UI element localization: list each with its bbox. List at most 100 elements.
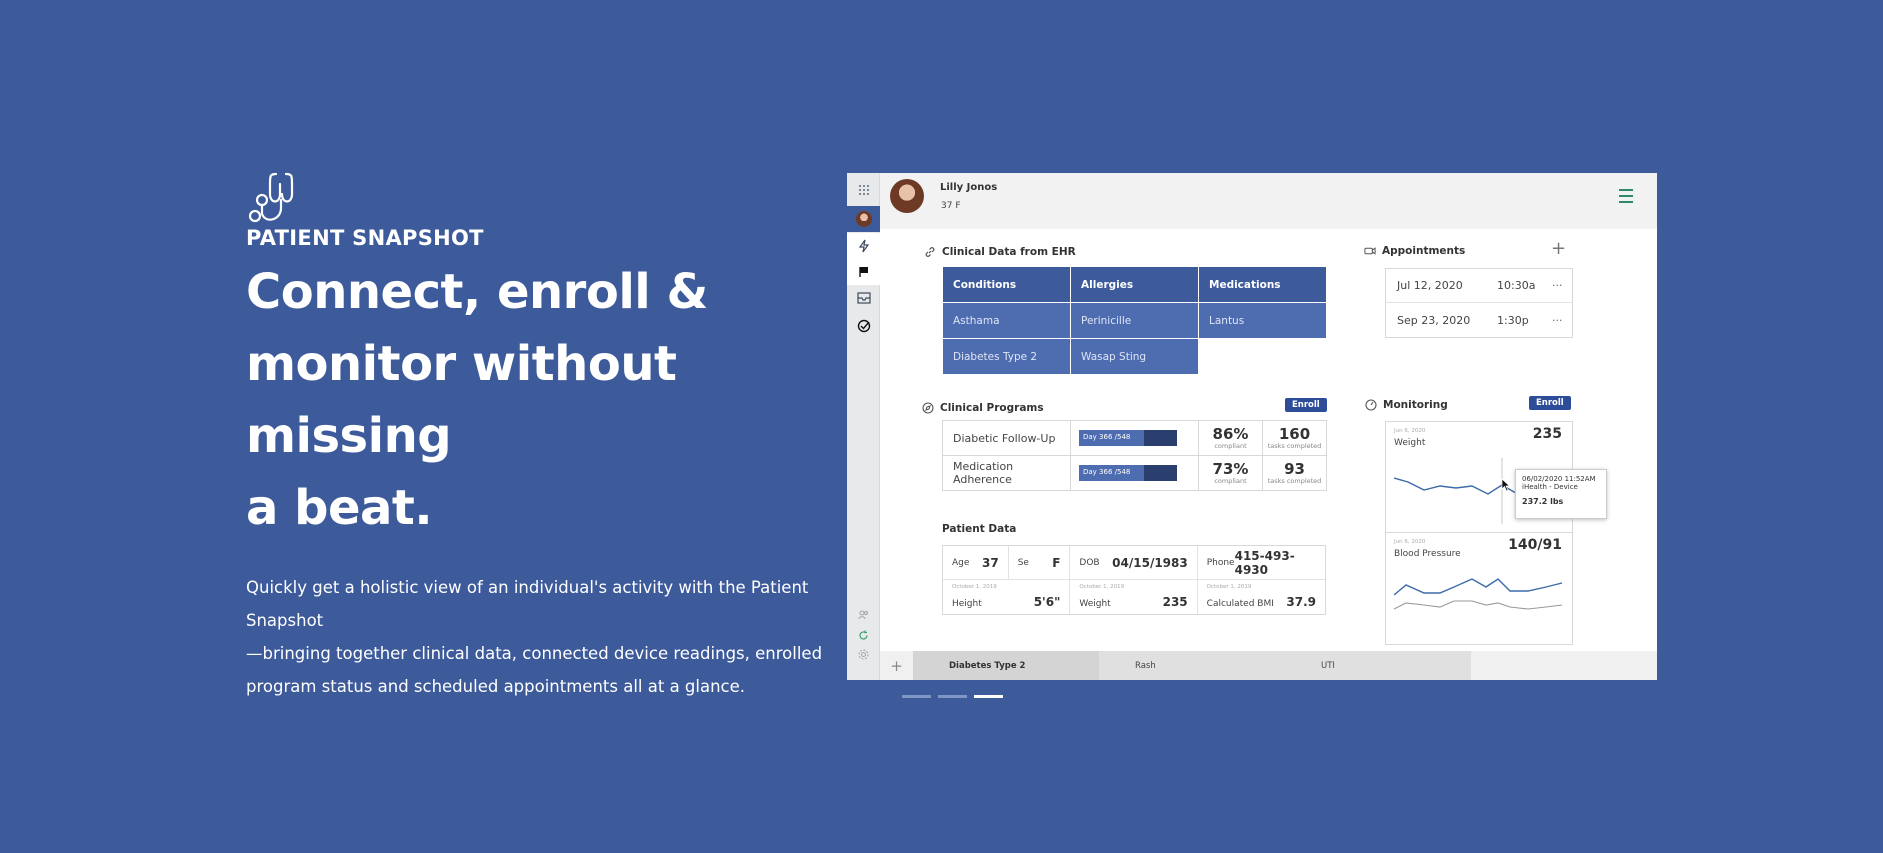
description-line: Quickly get a holistic view of an indivi… bbox=[246, 578, 809, 630]
carousel-dot[interactable] bbox=[938, 695, 967, 698]
compass-icon bbox=[922, 402, 934, 414]
weight-value: 235 bbox=[1162, 595, 1188, 609]
weight-label: Weight bbox=[1079, 599, 1111, 609]
appointment-date: Sep 23, 2020 bbox=[1397, 313, 1471, 327]
monitoring-enroll-button[interactable]: Enroll bbox=[1529, 396, 1571, 410]
progress-label: Day 366 /548 bbox=[1083, 433, 1131, 441]
appointment-time: 1:30p bbox=[1497, 313, 1529, 327]
ehr-cell[interactable]: Lantus bbox=[1198, 302, 1327, 339]
bmi-cell: October 1, 2019 Calculated BMI 37.9 bbox=[1198, 580, 1325, 614]
program-name: Medication Adherence bbox=[942, 455, 1071, 491]
compliance-stat: 73% compliant bbox=[1198, 455, 1263, 491]
headline-line: Connect, enroll & bbox=[246, 264, 708, 320]
carousel-dot[interactable] bbox=[974, 695, 1003, 698]
progress-bar: Day 366 /548 bbox=[1079, 465, 1177, 481]
programs-table: Diabetic Follow-Up Day 366 /548 86% compl… bbox=[942, 420, 1327, 491]
height-cell: October 1, 2019 Height 5'6" bbox=[943, 580, 1071, 614]
ehr-cell[interactable]: Perinicille bbox=[1070, 302, 1199, 339]
add-tab-button[interactable]: + bbox=[880, 651, 913, 680]
flag-icon[interactable] bbox=[847, 259, 880, 285]
tasks-value: 93 bbox=[1284, 460, 1305, 478]
ehr-header-row: Conditions Allergies Medications bbox=[942, 266, 1327, 303]
tooltip-datetime: 06/02/2020 11:52AM bbox=[1522, 475, 1596, 483]
hamburger-menu-icon[interactable] bbox=[1619, 189, 1633, 203]
reading-label: Blood Pressure bbox=[1394, 549, 1461, 559]
ehr-header: Medications bbox=[1198, 266, 1327, 303]
sex-cell: Se F bbox=[1009, 546, 1071, 579]
age-cell: Age 37 bbox=[943, 546, 1009, 579]
program-progress: Day 366 /548 bbox=[1070, 420, 1199, 456]
monitoring-title-text: Monitoring bbox=[1383, 399, 1448, 411]
monitoring-panel: Jun 6, 2020 Weight 235 Jun 6, 2020 Blood… bbox=[1385, 421, 1573, 645]
blood-pressure-card[interactable]: Jun 6, 2020 Blood Pressure 140/91 bbox=[1386, 533, 1572, 644]
avatar-icon[interactable] bbox=[847, 206, 880, 232]
patient-data-title-text: Patient Data bbox=[942, 523, 1017, 535]
tab-uti[interactable]: UTI bbox=[1285, 651, 1471, 680]
ehr-cell[interactable]: Asthama bbox=[942, 302, 1071, 339]
patient-name: Lilly Jonos bbox=[940, 182, 998, 193]
dob-value: 04/15/1983 bbox=[1112, 555, 1188, 570]
tasks-label: tasks completed bbox=[1267, 442, 1322, 450]
appointment-row[interactable]: Sep 23, 2020 1:30p ··· bbox=[1386, 303, 1572, 337]
reading-date: Jun 6, 2020 bbox=[1394, 428, 1426, 434]
sex-value: F bbox=[1052, 555, 1061, 570]
height-value: 5'6" bbox=[1033, 595, 1061, 609]
appointments-title-text: Appointments bbox=[1382, 245, 1466, 257]
stethoscope-icon bbox=[248, 172, 294, 223]
patient-age-sex: 37 F bbox=[941, 201, 961, 211]
appointments-section-title: Appointments bbox=[1364, 245, 1465, 257]
ehr-row: Asthama Perinicille Lantus bbox=[942, 302, 1327, 339]
reading-tooltip: 06/02/2020 11:52AM iHealth - Device 237.… bbox=[1515, 469, 1607, 519]
programs-enroll-button[interactable]: Enroll bbox=[1285, 398, 1327, 412]
check-circle-icon[interactable] bbox=[847, 313, 880, 339]
tab-rash[interactable]: Rash bbox=[1099, 651, 1285, 680]
dob-cell: DOB 04/15/1983 bbox=[1070, 546, 1198, 579]
reading-date: Jun 6, 2020 bbox=[1394, 539, 1426, 545]
ehr-cell[interactable]: Wasap Sting bbox=[1070, 338, 1199, 375]
tooltip-source: iHealth - Device bbox=[1522, 483, 1578, 491]
compliance-stat: 86% compliant bbox=[1198, 420, 1263, 456]
carousel-dot[interactable] bbox=[902, 695, 931, 698]
tasks-stat: 160 tasks completed bbox=[1262, 420, 1327, 456]
patient-header: Lilly Jonos 37 F bbox=[880, 173, 1657, 229]
ehr-row: Diabetes Type 2 Wasap Sting bbox=[942, 338, 1327, 375]
lightning-icon[interactable] bbox=[847, 233, 880, 259]
height-date: October 1, 2019 bbox=[952, 584, 997, 590]
tasks-label: tasks completed bbox=[1267, 477, 1322, 485]
monitoring-section-title: Monitoring bbox=[1365, 399, 1448, 411]
ehr-cell bbox=[1198, 338, 1327, 375]
headline: Connect, enroll & monitor without missin… bbox=[246, 256, 826, 544]
blood-pressure-sparkline[interactable] bbox=[1394, 569, 1566, 635]
tasks-value: 160 bbox=[1278, 425, 1311, 443]
cursor-icon bbox=[1501, 478, 1511, 492]
appointment-date: Jul 12, 2020 bbox=[1397, 279, 1463, 292]
ehr-cell[interactable]: Diabetes Type 2 bbox=[942, 338, 1071, 375]
weight-cell: October 1, 2019 Weight 235 bbox=[1070, 580, 1198, 614]
progress-bar: Day 366 /548 bbox=[1079, 430, 1177, 446]
carousel-indicator bbox=[902, 695, 1003, 698]
more-options-icon[interactable]: ··· bbox=[1552, 279, 1563, 292]
progress-label: Day 366 /548 bbox=[1083, 468, 1131, 476]
description-line: program status and scheduled appointment… bbox=[246, 677, 746, 696]
more-options-icon[interactable]: ··· bbox=[1552, 314, 1563, 327]
section-eyebrow: PATIENT SNAPSHOT bbox=[246, 226, 484, 250]
video-camera-icon bbox=[1364, 245, 1376, 257]
inbox-icon[interactable] bbox=[847, 285, 880, 311]
users-icon[interactable] bbox=[847, 606, 880, 624]
condition-tabs: + Diabetes Type 2 Rash UTI bbox=[880, 651, 1657, 680]
compliance-label: compliant bbox=[1214, 442, 1247, 450]
patient-avatar[interactable] bbox=[890, 179, 924, 213]
appointment-row[interactable]: Jul 12, 2020 10:30a ··· bbox=[1386, 269, 1572, 303]
apps-grid-icon[interactable] bbox=[847, 177, 880, 203]
bmi-date: October 1, 2019 bbox=[1206, 584, 1252, 590]
settings-icon[interactable] bbox=[847, 645, 880, 663]
program-row[interactable]: Medication Adherence Day 366 /548 73% com… bbox=[942, 455, 1327, 491]
program-row[interactable]: Diabetic Follow-Up Day 366 /548 86% compl… bbox=[942, 420, 1327, 456]
add-appointment-button[interactable]: + bbox=[1551, 240, 1566, 258]
ehr-table: Conditions Allergies Medications Asthama… bbox=[942, 266, 1327, 375]
headline-line: monitor without missing bbox=[246, 336, 677, 464]
tooltip-value: 237.2 lbs bbox=[1522, 497, 1564, 506]
compliance-value: 73% bbox=[1212, 460, 1249, 478]
refresh-icon[interactable] bbox=[847, 626, 880, 644]
tab-diabetes-type-2[interactable]: Diabetes Type 2 bbox=[913, 651, 1099, 680]
